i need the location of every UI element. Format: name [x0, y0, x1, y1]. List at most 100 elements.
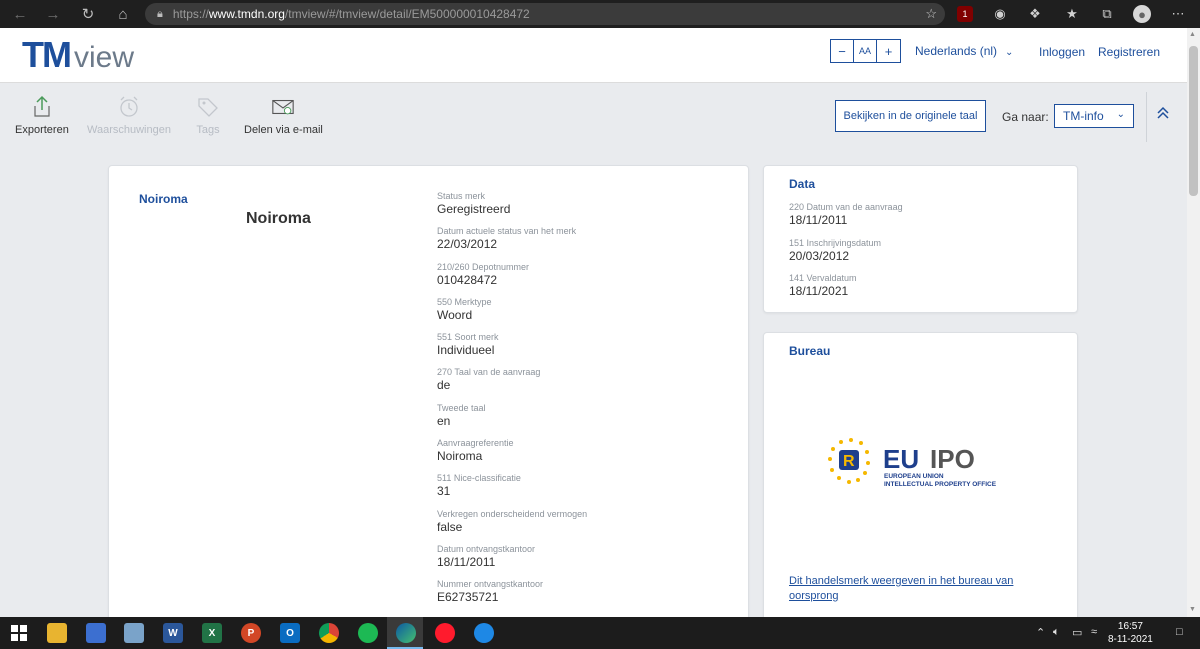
- menu-icon[interactable]: ⋯: [1168, 4, 1188, 24]
- field-application-language: 270 Taal van de aanvraag de: [437, 367, 541, 393]
- font-increase-button[interactable]: +: [877, 40, 900, 62]
- tags-button[interactable]: Tags: [196, 94, 220, 136]
- collapse-up-icon[interactable]: [1156, 106, 1170, 123]
- ublock-icon[interactable]: 1: [957, 6, 973, 22]
- export-icon: [30, 94, 54, 120]
- excel-icon[interactable]: X: [202, 623, 222, 643]
- chevron-down-icon: ⌄: [1005, 47, 1014, 58]
- share-email-label: Delen via e-mail: [244, 124, 323, 136]
- extension-icon[interactable]: ◉: [990, 4, 1010, 24]
- field-second-language: Tweede taal en: [437, 402, 486, 428]
- windows-taskbar: W X P O ⌃ 🔈︎ ▭ ≈ 16:57 8-11-2021 □: [0, 617, 1200, 649]
- field-mark-type: 550 Merktype Woord: [437, 296, 492, 322]
- bureau-card: Bureau R EU IPO EUROPEAN UNION INTELLECT…: [763, 332, 1078, 632]
- scroll-up-icon[interactable]: ▲: [1189, 31, 1196, 38]
- font-reset-button[interactable]: AA: [854, 40, 877, 62]
- field-receiving-office-number: Nummer ontvangstkantoor E62735721: [437, 579, 544, 605]
- field-receiving-office-date: Datum ontvangstkantoor 18/11/2011: [437, 543, 536, 569]
- notifications-icon[interactable]: □: [1176, 626, 1183, 638]
- mark-fields: Status merk Geregistreerd Datum actuele s…: [437, 190, 587, 614]
- goto-select[interactable]: TM-info ⌄: [1054, 104, 1134, 128]
- goto-value: TM-info: [1063, 109, 1104, 123]
- font-decrease-button[interactable]: −: [831, 40, 854, 62]
- field-registration-date: 151 Inschrijvingsdatum 20/03/2012: [789, 237, 882, 263]
- field-application-date: 220 Datum van de aanvraag 18/11/2011: [789, 202, 903, 227]
- data-card: Data 220 Datum van de aanvraag 18/11/2011…: [763, 165, 1078, 313]
- email-icon: [271, 94, 295, 120]
- alarm-clock-icon: [117, 94, 141, 120]
- mark-name: Noiroma: [246, 210, 311, 227]
- svg-text:EU: EU: [883, 444, 919, 474]
- spotify-icon[interactable]: [358, 623, 378, 643]
- url-text: https://www.tmdn.org/tmview/#/tmview/det…: [172, 7, 530, 21]
- mark-side-name: Noiroma: [139, 192, 188, 206]
- register-link[interactable]: Registreren: [1098, 45, 1160, 59]
- windows-start-icon[interactable]: [9, 623, 29, 643]
- profile-avatar[interactable]: ●: [1133, 5, 1151, 23]
- field-nice-class: 511 Nice-classificatie 31: [437, 473, 521, 499]
- store-icon[interactable]: [86, 623, 106, 643]
- taskbar-clock[interactable]: 16:57 8-11-2021: [1108, 620, 1153, 646]
- field-mark-kind: 551 Soort merk Individueel: [437, 332, 499, 358]
- field-status: Status merk Geregistreerd: [437, 191, 511, 216]
- detail-toolbar: Exporteren Waarschuwingen Tags Delen via…: [0, 84, 1187, 150]
- chrome-icon[interactable]: [319, 623, 339, 643]
- original-language-button[interactable]: Bekijken in de originele taal: [835, 100, 986, 132]
- export-button[interactable]: Exporteren: [15, 94, 69, 136]
- puzzle-icon[interactable]: ❖: [1025, 4, 1045, 24]
- svg-text:EUROPEAN UNION: EUROPEAN UNION: [884, 473, 944, 480]
- outlook-icon[interactable]: O: [280, 623, 300, 643]
- page-scrollbar[interactable]: ▲ ▼: [1187, 28, 1200, 617]
- data-card-title: Data: [789, 177, 816, 191]
- export-label: Exporteren: [15, 124, 69, 136]
- logo-view: view: [73, 41, 134, 74]
- battery-icon[interactable]: ▭: [1072, 626, 1082, 639]
- alerts-button[interactable]: Waarschuwingen: [87, 94, 171, 136]
- svg-text:IPO: IPO: [930, 444, 975, 474]
- favorites-icon[interactable]: ★: [1062, 4, 1082, 24]
- opera-icon[interactable]: [435, 623, 455, 643]
- forward-icon[interactable]: →: [38, 0, 68, 28]
- collections-icon[interactable]: ⧉: [1097, 4, 1117, 24]
- back-icon[interactable]: ←: [5, 0, 35, 28]
- scrollbar-thumb[interactable]: [1189, 46, 1198, 196]
- network-icon[interactable]: ≈: [1091, 626, 1097, 638]
- address-bar[interactable]: 🔒︎ https://www.tmdn.org/tmview/#/tmview/…: [145, 3, 945, 25]
- favorite-icon[interactable]: ☆: [925, 6, 937, 22]
- euipo-logo: R EU IPO EUROPEAN UNION INTELLECTUAL PRO…: [828, 438, 997, 488]
- data-fields: 220 Datum van de aanvraag 18/11/2011 151 …: [789, 201, 903, 308]
- powerpoint-icon[interactable]: P: [241, 623, 261, 643]
- tmview-logo[interactable]: TM view: [22, 34, 134, 76]
- language-select[interactable]: Nederlands (nl) ⌄: [915, 44, 1013, 58]
- language-label: Nederlands (nl): [915, 44, 998, 58]
- refresh-icon[interactable]: ↻: [73, 0, 103, 28]
- share-email-button[interactable]: Delen via e-mail: [244, 94, 323, 136]
- home-icon[interactable]: ⌂: [108, 0, 138, 28]
- goto-label: Ga naar:: [1002, 110, 1049, 124]
- word-icon[interactable]: W: [163, 623, 183, 643]
- view-in-office-link[interactable]: Dit handelsmerk weergeven in het bureau …: [789, 574, 1029, 604]
- toolbar-divider: [1146, 92, 1147, 142]
- bureau-card-title: Bureau: [789, 344, 831, 358]
- scroll-down-icon[interactable]: ▼: [1189, 606, 1196, 613]
- photos-icon[interactable]: [124, 623, 144, 643]
- alerts-label: Waarschuwingen: [87, 124, 171, 136]
- svg-text:R: R: [843, 453, 855, 470]
- tag-icon: [196, 94, 220, 120]
- login-link[interactable]: Inloggen: [1039, 45, 1085, 59]
- edge-icon[interactable]: [396, 623, 416, 643]
- tray-chevron-up-icon[interactable]: ⌃: [1036, 626, 1045, 639]
- svg-text:INTELLECTUAL PROPERTY OFFICE: INTELLECTUAL PROPERTY OFFICE: [884, 481, 997, 488]
- volume-icon[interactable]: 🔈︎: [1053, 626, 1060, 639]
- field-acquired-distinctiveness: Verkregen onderscheidend vermogen false: [437, 508, 588, 534]
- field-expiry-date: 141 Vervaldatum 18/11/2021: [789, 273, 857, 298]
- field-status-date: Datum actuele status van het merk 22/03/2…: [437, 226, 577, 252]
- site-header: TM view − AA + Nederlands (nl) ⌄ Inloggen…: [0, 28, 1187, 83]
- trademark-card: Noiroma Noiroma Status merk Geregistreerd…: [108, 165, 749, 635]
- app-icon[interactable]: [474, 623, 494, 643]
- chevron-down-icon: ⌄: [1116, 109, 1125, 120]
- field-application-reference: Aanvraagreferentie Noiroma: [437, 438, 514, 464]
- browser-chrome: ← → ↻ ⌂ 🔒︎ https://www.tmdn.org/tmview/#…: [0, 0, 1200, 28]
- font-size-control: − AA +: [830, 39, 901, 63]
- file-explorer-icon[interactable]: [47, 623, 67, 643]
